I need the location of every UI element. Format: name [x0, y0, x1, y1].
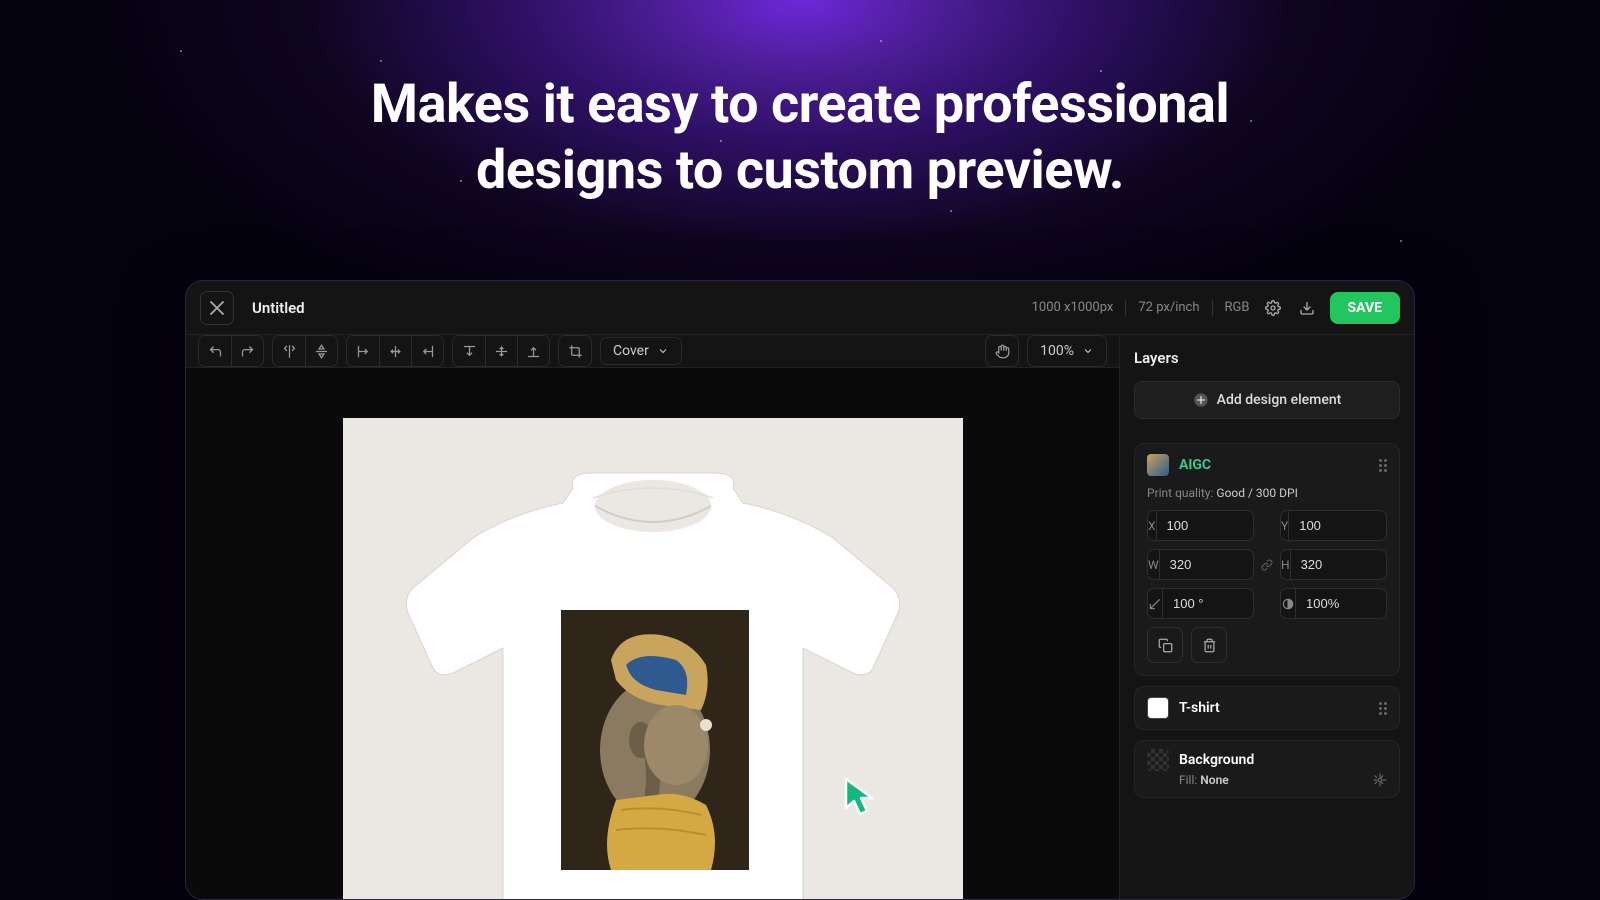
settings-button[interactable]	[1262, 297, 1284, 319]
duplicate-button[interactable]	[1147, 627, 1183, 663]
add-element-button[interactable]: Add design element	[1134, 381, 1400, 419]
topbar: Untitled 1000 x1000px 72 px/inch RGB SAV…	[186, 281, 1414, 335]
align-top-button[interactable]	[453, 336, 485, 366]
divider	[1212, 300, 1213, 316]
save-button[interactable]: SAVE	[1330, 292, 1401, 324]
crop-icon	[568, 344, 583, 359]
undo-button[interactable]	[199, 336, 231, 366]
layers-panel: Layers Add design element AIGC Print qua…	[1119, 335, 1414, 899]
download-icon	[1299, 300, 1315, 316]
h-input[interactable]	[1291, 550, 1387, 579]
fill-label: Fill:	[1179, 773, 1197, 787]
plus-circle-icon	[1193, 392, 1209, 408]
print-quality-label: Print quality:	[1147, 486, 1213, 500]
headline: Makes it easy to create professional des…	[0, 0, 1600, 204]
drag-handle[interactable]	[1379, 459, 1387, 472]
layer-name-background: Background	[1179, 752, 1387, 768]
fill-value: None	[1200, 773, 1228, 787]
layer-background[interactable]: Background Fill: None	[1134, 740, 1400, 798]
layer-tshirt[interactable]: T-shirt	[1134, 686, 1400, 730]
download-button[interactable]	[1296, 297, 1318, 319]
y-label: Y	[1281, 511, 1289, 540]
canvas[interactable]	[186, 368, 1119, 900]
headline-line1: Makes it easy to create professional	[0, 72, 1600, 138]
layer-thumbnail	[1147, 749, 1169, 771]
layer-name-tshirt: T-shirt	[1179, 700, 1369, 716]
link-wh-button[interactable]	[1260, 559, 1274, 571]
crop-button[interactable]	[559, 336, 591, 366]
layer-settings-button[interactable]	[1373, 773, 1387, 787]
redo-icon	[240, 344, 255, 359]
align-center-h-icon	[388, 344, 403, 359]
align-bottom-icon	[526, 344, 541, 359]
flip-vertical-button[interactable]	[305, 336, 337, 366]
x-input[interactable]	[1157, 511, 1254, 540]
hand-icon	[995, 344, 1010, 359]
align-left-button[interactable]	[347, 336, 379, 366]
gear-icon	[1265, 300, 1281, 316]
layer-name-aigc: AIGC	[1179, 457, 1369, 473]
align-middle-v-button[interactable]	[485, 336, 517, 366]
print-quality-value: Good / 300 DPI	[1216, 486, 1297, 500]
layer-thumbnail	[1147, 454, 1169, 476]
fit-mode-label: Cover	[613, 343, 649, 359]
dpi-info: 72 px/inch	[1138, 300, 1199, 315]
gear-icon	[1373, 773, 1387, 787]
flip-horizontal-button[interactable]	[273, 336, 305, 366]
close-icon	[210, 301, 224, 315]
align-middle-v-icon	[494, 344, 509, 359]
artboard[interactable]	[343, 418, 963, 900]
h-label: H	[1281, 550, 1291, 579]
align-top-icon	[462, 344, 477, 359]
document-title[interactable]: Untitled	[252, 299, 305, 317]
close-button[interactable]	[200, 291, 234, 325]
fit-mode-dropdown[interactable]: Cover	[600, 337, 682, 365]
y-input[interactable]	[1289, 511, 1387, 540]
x-label: X	[1148, 511, 1157, 540]
layer-aigc[interactable]: AIGC Print quality: Good / 300 DPI X	[1134, 443, 1400, 676]
trash-icon	[1202, 638, 1217, 653]
link-icon	[1261, 559, 1273, 571]
drag-handle[interactable]	[1379, 702, 1387, 715]
chevron-down-icon	[657, 345, 669, 357]
delete-button[interactable]	[1191, 627, 1227, 663]
color-mode: RGB	[1225, 300, 1250, 315]
flip-v-icon	[314, 344, 329, 359]
pan-button[interactable]	[986, 336, 1018, 366]
opacity-label	[1281, 589, 1296, 618]
redo-button[interactable]	[231, 336, 263, 366]
layers-title: Layers	[1134, 349, 1400, 367]
copy-icon	[1158, 638, 1173, 653]
opacity-input[interactable]	[1296, 589, 1387, 618]
align-bottom-button[interactable]	[517, 336, 549, 366]
undo-icon	[208, 344, 223, 359]
canvas-size: 1000 x1000px	[1032, 300, 1114, 315]
align-right-button[interactable]	[411, 336, 443, 366]
zoom-dropdown[interactable]: 100%	[1027, 335, 1107, 367]
divider	[1125, 300, 1126, 316]
zoom-value: 100%	[1040, 343, 1074, 359]
align-center-h-button[interactable]	[379, 336, 411, 366]
toolbar: Cover 100%	[186, 335, 1119, 368]
layer-thumbnail	[1147, 697, 1169, 719]
chevron-down-icon	[1082, 345, 1094, 357]
rotation-input[interactable]	[1163, 589, 1254, 618]
headline-line2: designs to custom preview.	[0, 138, 1600, 204]
w-input[interactable]	[1160, 550, 1254, 579]
flip-h-icon	[282, 344, 297, 359]
align-left-icon	[356, 344, 371, 359]
w-label: W	[1148, 550, 1160, 579]
align-right-icon	[420, 344, 435, 359]
add-element-label: Add design element	[1217, 392, 1342, 408]
app-window: Untitled 1000 x1000px 72 px/inch RGB SAV…	[185, 280, 1415, 900]
print-quality-row: Print quality: Good / 300 DPI	[1147, 486, 1387, 500]
rotation-label	[1148, 589, 1163, 618]
cursor-pointer-icon	[841, 776, 883, 818]
background-fill-row: Fill: None	[1135, 773, 1399, 797]
print-artwork[interactable]	[561, 610, 749, 870]
